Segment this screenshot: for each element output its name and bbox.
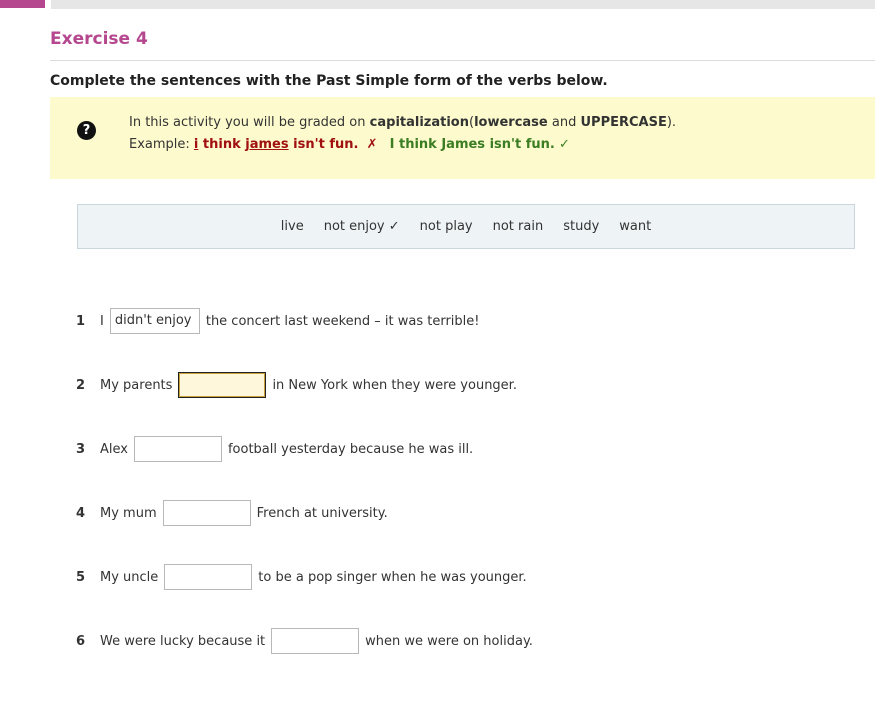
question-text-before: I bbox=[100, 313, 104, 329]
exercise-title: Exercise 4 bbox=[50, 29, 148, 49]
question-number: 4 bbox=[76, 505, 86, 521]
info-and: and bbox=[551, 115, 577, 130]
question-text-before: Alex bbox=[100, 441, 128, 457]
wrong-example: i think james isn't fun. bbox=[194, 137, 359, 152]
question-text-after: football yesterday because he was ill. bbox=[227, 441, 474, 457]
question-text-after: in New York when they were younger. bbox=[272, 377, 517, 393]
answer-field-6[interactable] bbox=[271, 628, 360, 654]
info-line-grading: In this activity you will be graded on c… bbox=[129, 115, 676, 130]
info-box: ? In this activity you will be graded on… bbox=[50, 97, 875, 179]
question-text-after: when we were on holiday. bbox=[365, 633, 533, 649]
info-line-example: Example: i think james isn't fun. ✗ I th… bbox=[129, 137, 570, 152]
question-text-after: French at university. bbox=[256, 505, 388, 521]
answer-field-1[interactable]: didn't enjoy bbox=[109, 308, 200, 334]
word-bank-item: study bbox=[563, 219, 600, 234]
info-uppercase: UPPERCASE bbox=[580, 115, 667, 130]
question-row-1: 1 I didn't enjoy the concert last weeken… bbox=[76, 308, 480, 334]
question-number: 1 bbox=[76, 313, 86, 329]
correct-example: I think James isn't fun. bbox=[389, 137, 555, 152]
answer-field-3[interactable] bbox=[133, 436, 222, 462]
example-label: Example: bbox=[129, 137, 190, 152]
word-bank-item: not rain bbox=[492, 219, 544, 234]
wrong-think: think bbox=[202, 137, 241, 152]
cross-icon: ✗ bbox=[366, 137, 378, 152]
question-number: 6 bbox=[76, 633, 86, 649]
info-prefix: In this activity you will be graded on bbox=[129, 115, 366, 130]
word-bank: live not enjoy ✓ not play not rain study… bbox=[77, 204, 855, 249]
info-capitalization: capitalization bbox=[369, 115, 469, 130]
question-text-before: My uncle bbox=[100, 569, 159, 585]
wrong-james: james bbox=[245, 137, 289, 152]
question-text-before: We were lucky because it bbox=[100, 633, 266, 649]
question-row-4: 4 My mum French at university. bbox=[76, 500, 388, 526]
answer-field-4[interactable] bbox=[162, 500, 251, 526]
question-row-6: 6 We were lucky because it when we were … bbox=[76, 628, 533, 654]
top-strip bbox=[0, 0, 875, 10]
question-text-before: My mum bbox=[100, 505, 157, 521]
question-number: 2 bbox=[76, 377, 86, 393]
info-close: ). bbox=[666, 115, 677, 130]
exercise-instruction: Complete the sentences with the Past Sim… bbox=[50, 73, 608, 89]
check-icon: ✓ bbox=[559, 137, 570, 152]
question-row-2: 2 My parents in New York when they were … bbox=[76, 372, 517, 398]
wrong-i: i bbox=[193, 137, 199, 152]
title-divider bbox=[50, 60, 875, 61]
word-bank-item: not enjoy ✓ bbox=[323, 219, 400, 234]
word-bank-item: want bbox=[619, 219, 652, 234]
question-row-3: 3 Alex football yesterday because he was… bbox=[76, 436, 473, 462]
question-text-after: to be a pop singer when he was younger. bbox=[258, 569, 527, 585]
word-bank-item: live bbox=[280, 219, 304, 234]
question-text-before: My parents bbox=[100, 377, 173, 393]
word-bank-item: not play bbox=[419, 219, 473, 234]
question-row-5: 5 My uncle to be a pop singer when he wa… bbox=[76, 564, 527, 590]
info-lowercase: lowercase bbox=[474, 115, 548, 130]
question-text-after: the concert last weekend – it was terrib… bbox=[205, 313, 480, 329]
wrong-rest: isn't fun. bbox=[293, 137, 359, 152]
top-bar bbox=[51, 0, 875, 9]
question-circle-icon: ? bbox=[77, 121, 96, 140]
question-number: 3 bbox=[76, 441, 86, 457]
answer-field-5[interactable] bbox=[164, 564, 253, 590]
answer-field-2[interactable] bbox=[178, 372, 267, 398]
top-accent-tab bbox=[0, 0, 45, 8]
question-number: 5 bbox=[76, 569, 86, 585]
